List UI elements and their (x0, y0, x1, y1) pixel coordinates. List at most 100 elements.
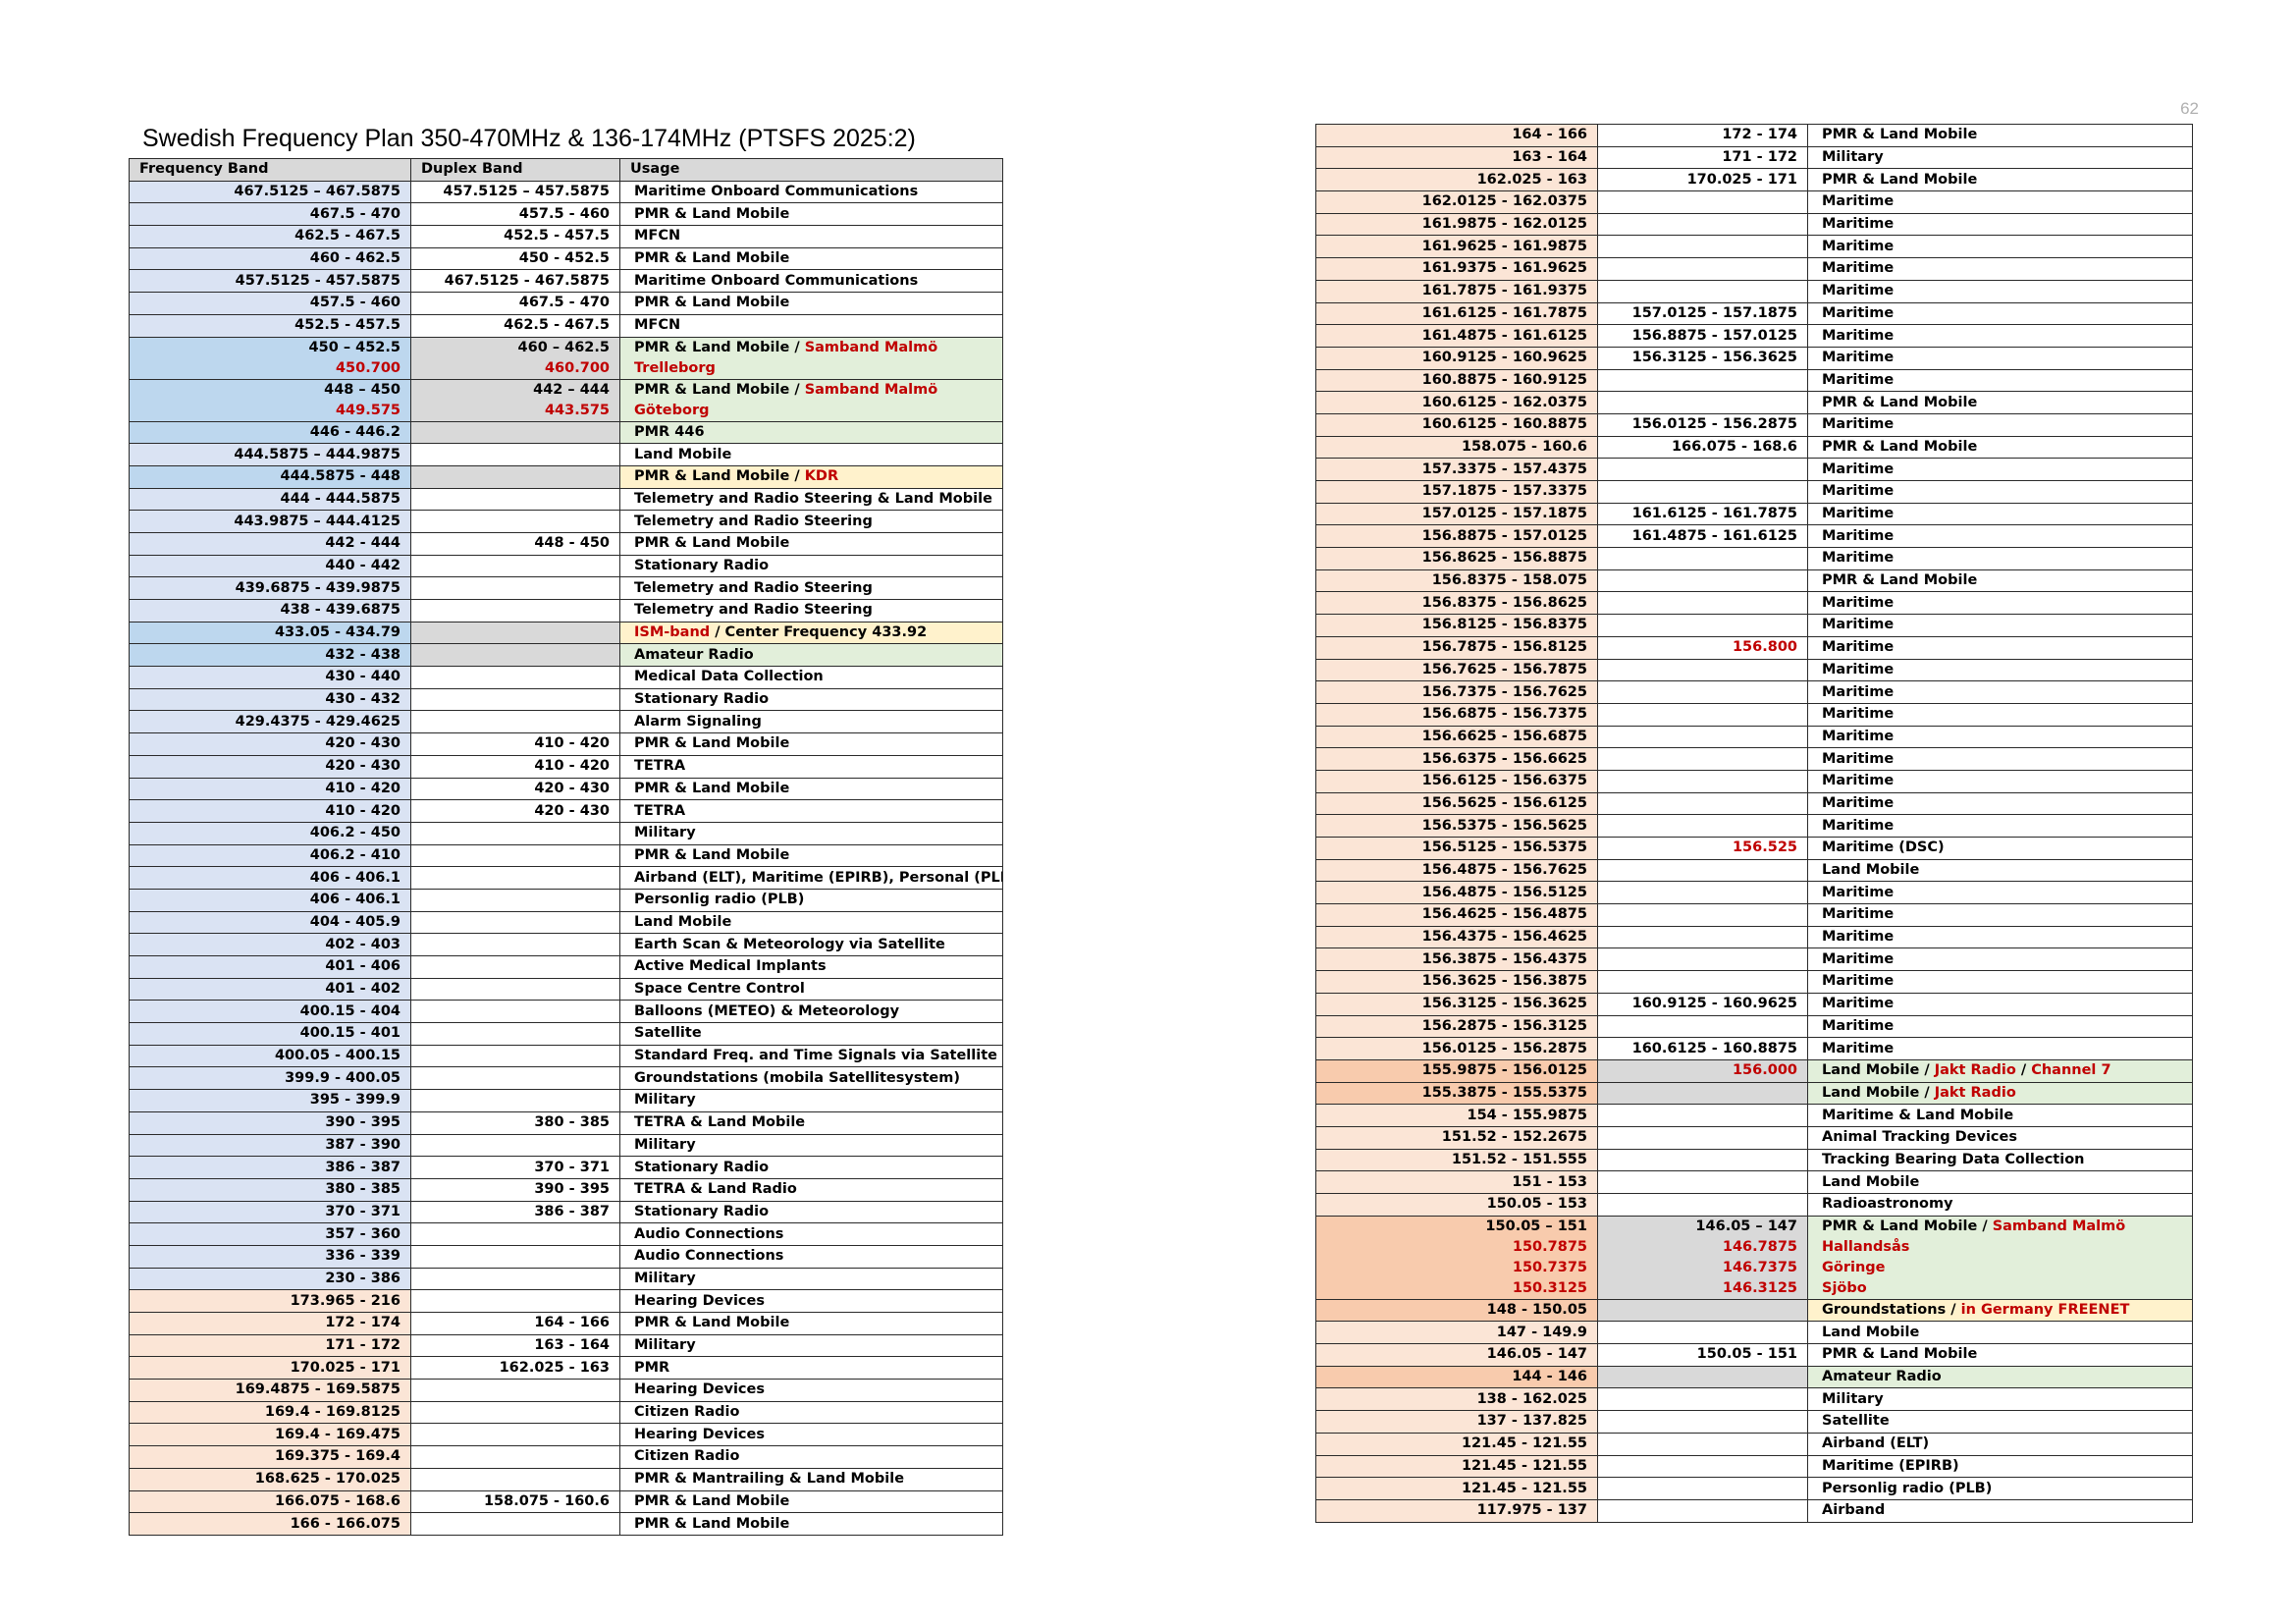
duplex-band-cell (1597, 1432, 1808, 1456)
frequency-band-cell: 430 - 432 (129, 687, 411, 712)
usage-line: Groundstations (mobila Satellitesystem) (634, 1068, 992, 1089)
duplex-band: 467.5125 - 467.5875 (444, 272, 610, 289)
usage-cell: Maritime (1807, 680, 2193, 704)
usage-line: Maritime (1822, 927, 2182, 947)
usage-line: Maritime (1822, 704, 2182, 725)
usage-cell: Maritime (1807, 412, 2193, 437)
usage-cell: ISM-band / Center Frequency 433.92 (619, 621, 1003, 645)
usage-line: Maritime (1822, 481, 2182, 502)
frequency-band-cell: 444 - 444.5875 (129, 487, 411, 512)
duplex-band-cell: 467.5 - 470 (410, 292, 620, 315)
usage-line: PMR 446 (634, 422, 992, 443)
frequency-band-cell: 160.8875 - 160.9125 (1315, 368, 1598, 393)
frequency-band-cell: 156.8125 - 156.8375 (1315, 614, 1598, 637)
usage-cell: Maritime (1807, 947, 2193, 972)
usage-cell: Telemetry and Radio Steering (619, 576, 1003, 600)
usage-line: Telemetry and Radio Steering (634, 578, 992, 599)
frequency-band-cell: 158.075 - 160.6 (1315, 435, 1598, 460)
duplex-band-cell: 467.5125 - 467.5875 (410, 269, 620, 294)
frequency-band: 121.45 - 121.55 (1461, 1480, 1587, 1496)
duplex-band-cell (410, 487, 620, 512)
usage-cell: PMR & Land Mobile / Samband Malmö Trelleb… (619, 336, 1003, 380)
usage-line: Telemetry and Radio Steering (634, 512, 992, 532)
duplex-band: 163 - 164 (534, 1337, 610, 1354)
usage-text: Balloons (METEO) & Meteorology (634, 1002, 900, 1019)
frequency-band: 151.52 - 151.555 (1451, 1151, 1587, 1167)
frequency-band: 155.9875 - 156.0125 (1421, 1062, 1587, 1079)
duplex-band-cell (1597, 858, 1808, 883)
header-frequency-band: Frequency Band (129, 158, 411, 182)
usage-line: Maritime (1822, 370, 2182, 391)
usage-line: PMR & Land Mobile (1822, 570, 2182, 591)
frequency-band-cell: 156.3875 - 156.4375 (1315, 947, 1598, 972)
frequency-band: 387 - 390 (325, 1136, 400, 1153)
table-row: 230 - 386 Military (129, 1267, 1003, 1291)
usage-text: PMR & Land Mobile (634, 780, 790, 796)
frequency-band-cell: 161.9375 - 161.9625 (1315, 257, 1598, 281)
table-row: 156.4875 - 156.7625 Land Mobile (1315, 858, 2193, 883)
duplex-band: 146.05 – 147 (1695, 1218, 1797, 1234)
usage-text: Satellite (1822, 1413, 1890, 1430)
frequency-band: 169.4 - 169.8125 (264, 1404, 400, 1421)
usage-cell: Maritime (1807, 346, 2193, 370)
table-row: 158.075 - 160.6 166.075 - 168.6 PMR & Land… (1315, 435, 2193, 460)
frequency-band: 446 - 446.2 (309, 423, 400, 440)
duplex-band: 171 - 172 (1722, 149, 1797, 166)
frequency-band-cell: 170.025 - 171 (129, 1356, 411, 1380)
usage-cell: MFCN (619, 225, 1003, 248)
frequency-band-cell: 155.3875 - 155.5375 (1315, 1081, 1598, 1106)
usage-cell: Alarm Signaling (619, 710, 1003, 734)
frequency-band-cell: 161.6125 - 161.7875 (1315, 301, 1598, 326)
usage-line: PMR & Land Mobile (1822, 437, 2182, 458)
usage-cell: Personlig radio (PLB) (1807, 1477, 2193, 1500)
usage-text: PMR & Land Mobile (634, 1315, 790, 1331)
usage-line: Maritime (1822, 414, 2182, 435)
frequency-band: 401 - 402 (325, 981, 400, 998)
usage-cell: PMR & Land Mobile (1807, 1343, 2193, 1367)
usage-text: Land Mobile / (1822, 1084, 1935, 1101)
usage-line: PMR & Land Mobile (1822, 1345, 2182, 1366)
usage-text: Military (634, 1136, 696, 1153)
table-row: 156.2875 - 156.3125 Maritime (1315, 1014, 2193, 1039)
duplex-band: 410 - 420 (534, 735, 610, 752)
duplex-band-cell (410, 599, 620, 623)
usage-text: PMR & Mantrailing & Land Mobile (634, 1471, 905, 1488)
duplex-band: 457.5 - 460 (518, 205, 610, 222)
usage-text: TETRA & Land Mobile (634, 1114, 806, 1131)
usage-text: Maritime (1822, 506, 1895, 522)
frequency-band: 399.9 - 400.05 (285, 1069, 400, 1086)
table-row: 161.9875 - 162.0125 Maritime (1315, 212, 2193, 237)
usage-cell: Land Mobile (619, 910, 1003, 935)
duplex-band-cell (410, 1423, 620, 1447)
duplex-band: 420 - 430 (534, 780, 610, 796)
usage-text: PMR & Land Mobile (634, 1515, 790, 1532)
usage-line: Telemetry and Radio Steering & Land Mobi… (634, 489, 992, 510)
usage-cell: Maritime (1807, 212, 2193, 237)
table-row: 386 - 387 370 - 371 Stationary Radio (129, 1156, 1003, 1179)
usage-text: Maritime (1822, 617, 1895, 633)
usage-line: Balloons (METEO) & Meteorology (634, 1001, 992, 1022)
table-row: 155.9875 - 156.0125 156.000 Land Mobile / … (1315, 1058, 2193, 1083)
usage-cell: Airband (ELT) (1807, 1432, 2193, 1456)
table-row: 160.6125 - 160.8875 156.0125 - 156.2875 Ma… (1315, 412, 2193, 437)
duplex-band-cell: 380 - 385 (410, 1110, 620, 1135)
usage-cell: Balloons (METEO) & Meteorology (619, 1000, 1003, 1024)
duplex-band: 452.5 - 457.5 (504, 228, 610, 244)
usage-text: Groundstations / (1822, 1302, 1961, 1319)
usage-cell: Maritime (1807, 301, 2193, 326)
table-row: 400.15 - 401 Satellite (129, 1022, 1003, 1046)
frequency-band: 336 - 339 (325, 1248, 400, 1265)
usage-line: Maritime (1822, 637, 2182, 658)
usage-line: PMR & Mantrailing & Land Mobile (634, 1469, 992, 1489)
frequency-sub: 449.575 (335, 402, 400, 418)
duplex-band: 460 – 462.5 (517, 339, 610, 355)
frequency-band: 117.975 - 137 (1476, 1502, 1587, 1519)
duplex-band-cell (410, 1133, 620, 1158)
usage-cell: Maritime (EPIRB) (1807, 1454, 2193, 1479)
table-row: 457.5 - 460 467.5 - 470 PMR & Land Mobile (129, 292, 1003, 315)
frequency-band-cell: 156.2875 - 156.3125 (1315, 1014, 1598, 1039)
frequency-band: 156.5375 - 156.5625 (1421, 817, 1587, 834)
usage-cell: PMR & Land Mobile (619, 1312, 1003, 1335)
frequency-band-cell: 154 - 155.9875 (1315, 1104, 1598, 1127)
frequency-band-cell: 169.4875 - 169.5875 (129, 1379, 411, 1402)
